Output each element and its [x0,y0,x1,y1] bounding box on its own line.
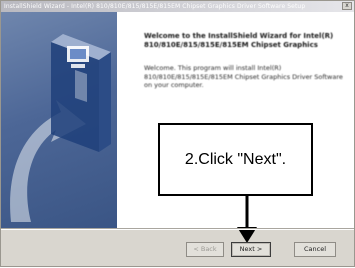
next-button[interactable]: Next > [231,242,271,257]
button-separator [1,228,354,230]
cancel-button[interactable]: Cancel [294,242,336,257]
back-button[interactable]: < Back [186,242,224,257]
setup-window: InstallShield Wizard - Intel(R) 810/810E… [0,0,355,267]
